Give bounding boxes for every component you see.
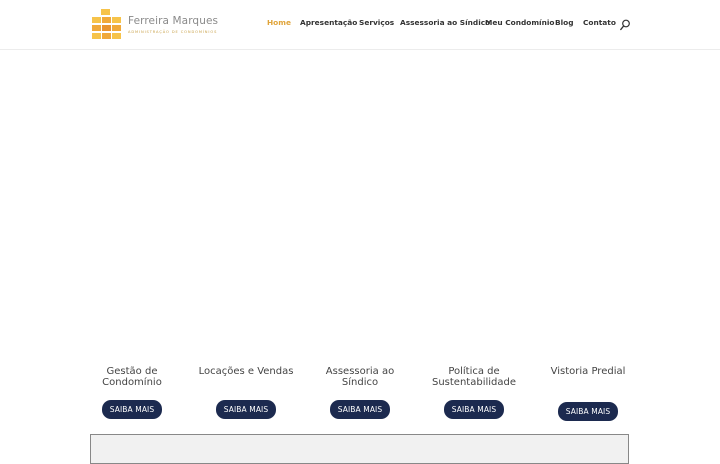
saiba-mais-button[interactable]: SAIBA MAIS xyxy=(101,400,163,419)
saiba-mais-button[interactable]: SAIBA MAIS xyxy=(557,402,619,421)
service-assessoria: Assessoria ao Síndico SAIBA MAIS xyxy=(310,366,410,419)
service-title: Gestão de Condomínio xyxy=(102,366,162,388)
service-locacoes: Locações e Vendas SAIBA MAIS xyxy=(196,366,296,419)
saiba-mais-button[interactable]: SAIBA MAIS xyxy=(329,400,391,419)
site-header: Ferreira Marques ADMINISTRAÇÃO DE CONDOM… xyxy=(0,0,720,50)
nav-item-servicos[interactable]: Serviços xyxy=(359,18,394,27)
hero-area xyxy=(0,50,720,355)
service-vistoria: Vistoria Predial SAIBA MAIS xyxy=(538,366,638,421)
service-title: Política de Sustentabilidade xyxy=(431,366,516,388)
nav-item-home[interactable]: Home xyxy=(267,18,291,27)
nav-item-contato[interactable]: Contato xyxy=(583,18,616,27)
nav-item-assessoria[interactable]: Assessoria ao Síndico xyxy=(400,18,490,27)
content-panel xyxy=(90,434,629,464)
service-title: Vistoria Predial xyxy=(550,366,626,377)
site-logo[interactable]: Ferreira Marques ADMINISTRAÇÃO DE CONDOM… xyxy=(92,8,218,42)
service-gestao: Gestão de Condomínio SAIBA MAIS xyxy=(82,366,182,419)
nav-item-blog[interactable]: Blog xyxy=(555,18,574,27)
nav-item-apresentacao[interactable]: Apresentação xyxy=(300,18,357,27)
service-sustentabilidade: Política de Sustentabilidade SAIBA MAIS xyxy=(424,366,524,419)
brand-tagline: ADMINISTRAÇÃO DE CONDOMÍNIOS xyxy=(128,30,218,34)
saiba-mais-button[interactable]: SAIBA MAIS xyxy=(215,400,277,419)
nav-item-meu-condominio[interactable]: Meu Condomínio xyxy=(485,18,554,27)
saiba-mais-button[interactable]: SAIBA MAIS xyxy=(443,400,505,419)
service-title: Assessoria ao Síndico xyxy=(325,366,395,388)
logo-blocks-icon xyxy=(92,9,121,39)
service-title: Locações e Vendas xyxy=(198,366,294,377)
brand-name: Ferreira Marques xyxy=(128,15,219,27)
search-icon[interactable] xyxy=(620,19,630,31)
